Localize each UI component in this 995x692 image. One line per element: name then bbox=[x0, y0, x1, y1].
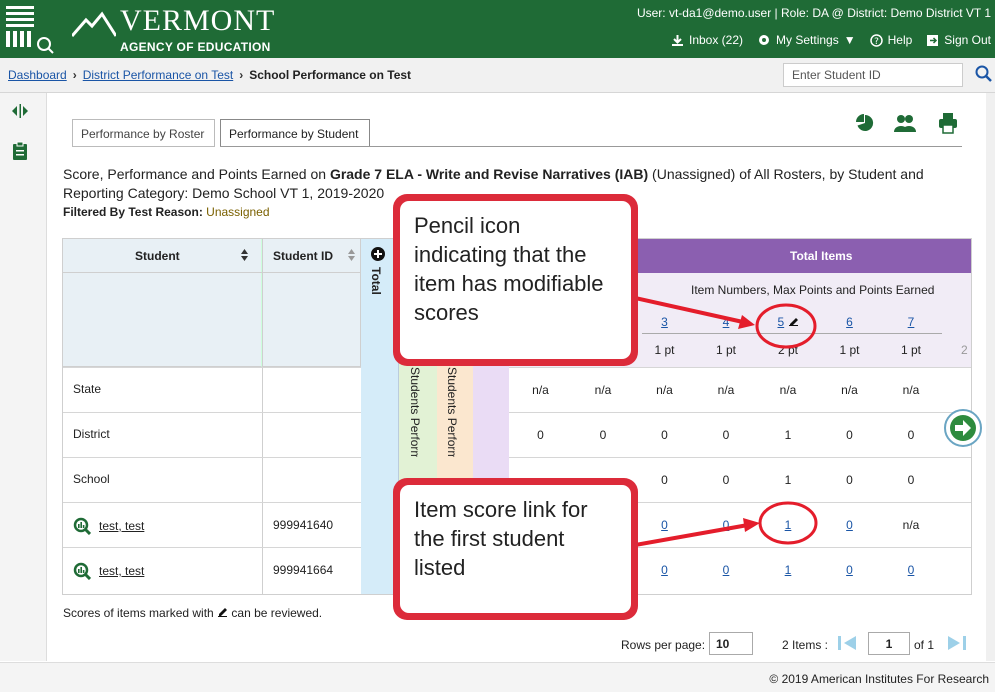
callout-item-link-text: Item score link for the first student li… bbox=[400, 485, 631, 613]
highlight-ellipse bbox=[755, 303, 817, 349]
callout-arrow bbox=[634, 296, 744, 324]
callout-arrow bbox=[634, 523, 749, 547]
arrow-head bbox=[738, 315, 755, 329]
highlight-ellipse bbox=[758, 501, 818, 545]
callout-pencil-icon: Pencil icon indicating that the item has… bbox=[393, 194, 638, 366]
callout-pencil-text: Pencil icon indicating that the item has… bbox=[400, 201, 631, 359]
callout-item-link: Item score link for the first student li… bbox=[393, 478, 638, 620]
arrow-head bbox=[743, 518, 760, 532]
